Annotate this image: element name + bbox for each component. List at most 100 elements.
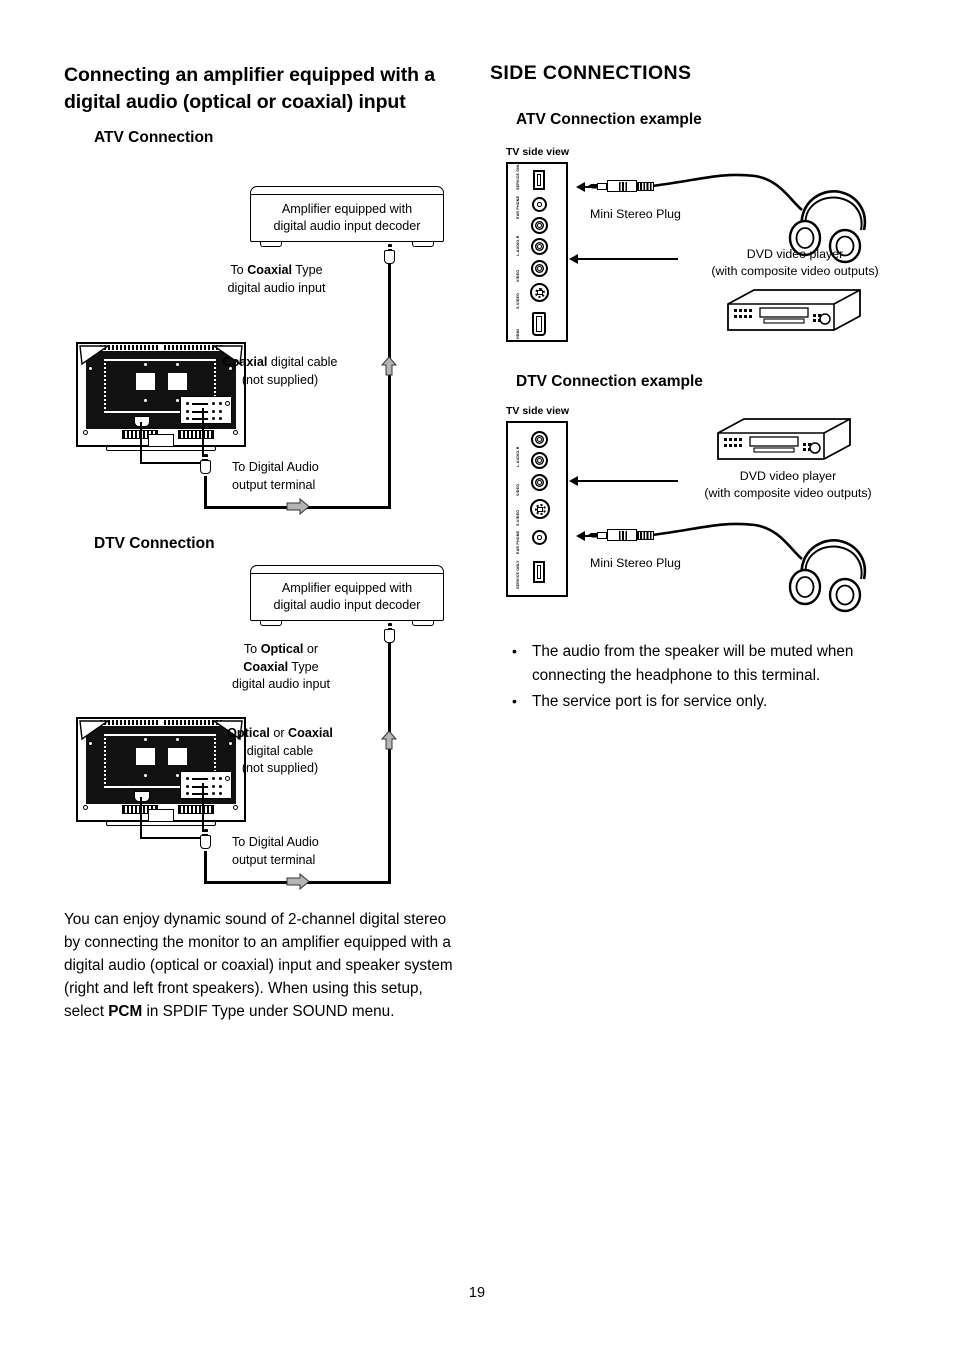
tv-screw-dot	[176, 774, 179, 777]
terminal-dot	[186, 417, 189, 420]
dtv-example-heading: DTV Connection example	[516, 373, 703, 390]
video-jack[interactable]	[531, 260, 548, 277]
tv-screw-dot	[176, 399, 179, 402]
s-video-jack[interactable]	[530, 283, 549, 302]
earphone-leader-arrow-icon	[576, 531, 585, 541]
dvd-player-caption-atv: DVD video player (with composite video o…	[680, 246, 910, 280]
audio-jack-left[interactable]	[531, 431, 548, 448]
to-input-type: Type	[288, 659, 319, 674]
plug-barrel-icon	[200, 835, 211, 849]
to-input-or: or	[303, 642, 319, 656]
hdmi-port[interactable]	[532, 312, 546, 336]
video-leader-line	[578, 258, 678, 260]
port-label-ear-phone: EAR PHONE	[516, 530, 520, 554]
dtv-connection-heading: DTV Connection	[94, 535, 215, 552]
audio-jack-right[interactable]	[531, 452, 548, 469]
amplifier-box: Amplifier equipped with digital audio in…	[250, 194, 444, 242]
port-label-ear-phone: EAR PHONE	[516, 195, 520, 219]
terminal-bar	[192, 778, 208, 780]
dtv-connection-diagram: Amplifier equipped with digital audio in…	[64, 565, 484, 895]
to-input-bold-optical: Optical	[260, 642, 304, 656]
atv-connection-heading: ATV Connection	[94, 129, 214, 146]
to-input-suffix: Type	[292, 263, 323, 277]
dvd-player-atv	[727, 289, 861, 331]
output-terminal-line2: output terminal	[232, 852, 316, 867]
summary-pcm-bold: PCM	[108, 1003, 143, 1020]
coaxial-cable-tv-drop	[204, 476, 208, 509]
note-item-headphone-mute: The audio from the speaker will be muted…	[504, 640, 894, 687]
manual-page: Connecting an amplifier equipped with a …	[0, 0, 954, 1350]
cable-type-or: or	[269, 726, 289, 740]
dvd-caption-line2: (with composite video outputs)	[711, 264, 879, 278]
earphone-leader-arrow-icon	[576, 182, 585, 192]
s-video-jack[interactable]	[530, 499, 550, 519]
dvd-caption-line1: DVD video player	[739, 469, 837, 483]
earphone-jack[interactable]	[532, 530, 547, 545]
tv-screw-icon	[88, 741, 93, 746]
to-input-prefix: To	[243, 642, 261, 656]
amplifier-label-line1: Amplifier equipped with	[281, 202, 413, 216]
plug-shaft-icon	[597, 531, 607, 539]
tv-screw-icon	[83, 430, 88, 435]
tv-mount-plate-left	[136, 373, 155, 390]
tv-cable-hook	[134, 791, 150, 802]
terminal-dot	[186, 792, 189, 795]
video-leader-arrow-icon	[569, 254, 578, 264]
earphone-jack[interactable]	[532, 197, 547, 212]
terminal-bar	[192, 793, 208, 795]
tv-connector-strip-right	[178, 430, 214, 439]
terminal-bar	[192, 411, 208, 413]
mini-stereo-plug-label-dtv: Mini Stereo Plug	[590, 556, 681, 570]
tv-stand-base	[106, 821, 216, 826]
tv-mount-plate-left	[136, 748, 155, 765]
terminal-bar	[192, 418, 208, 420]
atv-output-terminal-label: To Digital Audio output terminal	[232, 459, 422, 494]
terminal-dot	[212, 417, 215, 420]
atv-cable-type-label: Coaxial digital cable (not supplied)	[180, 354, 380, 389]
terminal-dot	[212, 402, 215, 405]
port-label-s-video: S-VIDEO	[516, 292, 520, 309]
port-label-video: VIDEO	[516, 269, 520, 282]
cable-plug-tv-end	[200, 829, 211, 849]
tv-screw-dot	[144, 774, 147, 777]
tv-side-panel-dtv: L-AUDIO-R VIDEO S-VIDEO EAR PHONE SERVIC…	[506, 421, 568, 597]
cable-flow-arrow-right-icon	[286, 873, 310, 890]
plug-tip-icon	[588, 183, 597, 189]
plug-barrel-icon	[200, 460, 211, 474]
atv-connection-example-diagram: TV side view SERVICE ONLY EAR PHONE L-AU…	[490, 146, 910, 361]
audio-jack-left[interactable]	[531, 217, 548, 234]
left-column: Connecting an amplifier equipped with a …	[64, 62, 476, 153]
dtv-connection-heading-wrap: DTV Connection	[64, 535, 476, 559]
tv-screw-icon	[233, 430, 238, 435]
terminal-dot	[219, 785, 222, 788]
tv-screw-dot	[144, 399, 147, 402]
cable-plug-amplifier-end	[384, 623, 395, 643]
service-port-usb[interactable]	[533, 170, 545, 190]
video-jack[interactable]	[531, 474, 548, 491]
tv-lead-left	[140, 797, 142, 839]
panel-screw-icon	[225, 401, 230, 406]
tv-lead-left-h	[140, 462, 204, 464]
headphones-dtv	[788, 539, 867, 613]
audio-jack-right[interactable]	[531, 238, 548, 255]
tv-connector-strip-right	[178, 805, 214, 814]
digital-cable-tv-drop	[204, 851, 208, 884]
amplifier-label-line1: Amplifier equipped with	[281, 581, 413, 595]
port-label-service-only: SERVICE ONLY	[516, 161, 520, 190]
page-number: 19	[468, 1285, 486, 1301]
tv-terminal-panel	[180, 396, 232, 424]
service-port-usb[interactable]	[533, 561, 545, 583]
dvd-caption-line2: (with composite video outputs)	[704, 486, 872, 500]
tv-stand-base	[106, 446, 216, 451]
dvd-player-caption-dtv: DVD video player (with composite video o…	[670, 468, 906, 502]
to-input-bold: Coaxial	[247, 263, 293, 277]
tv-cable-hook	[134, 416, 150, 427]
plug-grip-icon	[637, 530, 654, 540]
cable-plug-tv-end	[200, 454, 211, 474]
atv-to-input-label: To Coaxial Type digital audio input	[184, 262, 369, 297]
summary-part2: in SPDIF Type under SOUND menu.	[142, 1003, 395, 1020]
to-input-line2: digital audio input	[227, 280, 326, 295]
amplifier-label-line2: digital audio input decoder	[273, 219, 421, 233]
output-terminal-line1: To Digital Audio	[232, 460, 319, 474]
tv-screw-icon	[88, 366, 93, 371]
